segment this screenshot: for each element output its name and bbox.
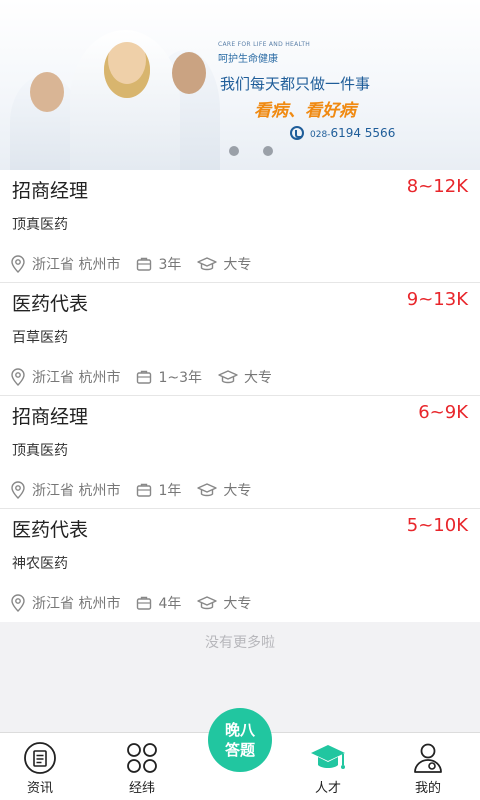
job-meta: 浙江省 杭州市 1年 大专 [10,480,267,500]
job-card[interactable]: 招商经理 8~12K 顶真医药 浙江省 杭州市 3年 大专 [0,170,480,283]
job-card[interactable]: 医药代表 9~13K 百草医药 浙江省 杭州市 1~3年 大专 [0,283,480,396]
job-experience: 1~3年 [158,370,202,386]
job-company: 顶真医药 [12,217,68,233]
phone-prefix: 028- [310,130,331,140]
job-salary: 6~9K [418,402,468,423]
user-icon [414,743,442,773]
job-experience: 3年 [158,257,182,273]
quiz-label-line1: 晚八 [224,721,255,739]
job-company: 百草医药 [12,330,68,346]
job-education: 大专 [223,483,252,499]
briefcase-icon [137,370,152,384]
location-pin-icon [11,368,25,386]
graduation-cap-icon [311,745,345,769]
graduation-cap-icon [197,257,218,271]
tab-label: 人才 [314,781,341,796]
location-pin-icon [11,594,25,612]
carousel-dot[interactable] [263,146,273,156]
job-salary: 5~10K [406,515,468,536]
briefcase-icon [137,596,152,610]
job-experience: 4年 [158,596,182,612]
tab-jingwei[interactable]: 经纬 [102,733,182,800]
tab-talent[interactable]: 人才 [288,733,368,800]
banner-phone: 028-6194 5566 [290,126,395,140]
carousel-dot[interactable] [229,146,239,156]
job-location: 浙江省 杭州市 [32,483,121,499]
job-company: 顶真医药 [12,443,68,459]
phone-icon [290,126,304,140]
phone-number: 6194 5566 [330,126,396,140]
job-meta: 浙江省 杭州市 3年 大专 [10,254,267,274]
doctor-head [172,52,206,94]
tab-label: 资讯 [26,781,53,796]
carousel-indicator [0,146,480,156]
job-salary: 9~13K [406,289,468,310]
evening-quiz-button[interactable]: 晚八 答题 [208,708,272,772]
banner-slogan: 我们每天都只做一件事 [220,75,371,93]
job-title: 医药代表 [12,519,89,541]
job-salary: 8~12K [406,176,468,197]
briefcase-icon [137,257,152,271]
job-location: 浙江省 杭州市 [32,257,121,273]
job-education: 大专 [223,257,252,273]
job-card[interactable]: 招商经理 6~9K 顶真医药 浙江省 杭州市 1年 大专 [0,396,480,509]
grid-icon [127,743,157,773]
briefcase-icon [137,483,152,497]
location-pin-icon [11,255,25,273]
quiz-label-line2: 答题 [224,741,255,759]
banner-slogan-highlight: 看病、看好病 [254,101,356,121]
no-more-text: 没有更多啦 [205,635,275,651]
job-education: 大专 [244,370,272,386]
tab-label: 我的 [414,781,441,796]
graduation-cap-icon [197,596,218,610]
banner-tagline: 呵护生命健康 [218,54,278,65]
job-company: 神农医药 [12,556,68,572]
job-education: 大专 [223,596,252,612]
promo-banner[interactable]: CARE FOR LIFE AND HEALTH 呵护生命健康 我们每天都只做一… [0,0,480,170]
job-card[interactable]: 医药代表 5~10K 神农医药 浙江省 杭州市 4年 大专 [0,509,480,622]
doctor-head [30,72,64,112]
job-title: 招商经理 [12,180,89,202]
location-pin-icon [11,481,25,499]
news-icon [24,742,56,774]
tab-label: 经纬 [128,781,155,796]
job-title: 招商经理 [12,406,89,428]
tab-news[interactable]: 资讯 [0,733,80,800]
job-list: 招商经理 8~12K 顶真医药 浙江省 杭州市 3年 大专 医药代表 9~13K… [0,170,480,622]
job-title: 医药代表 [12,293,89,315]
job-meta: 浙江省 杭州市 4年 大专 [10,593,267,613]
job-location: 浙江省 杭州市 [32,596,121,612]
job-meta: 浙江省 杭州市 1~3年 大专 [10,367,288,387]
tab-mine[interactable]: 我的 [388,733,468,800]
doctor-head [104,42,150,98]
graduation-cap-icon [197,483,218,497]
banner-tagline-en: CARE FOR LIFE AND HEALTH [218,41,311,48]
job-experience: 1年 [158,483,182,499]
graduation-cap-icon [218,370,238,384]
job-location: 浙江省 杭州市 [32,370,121,386]
